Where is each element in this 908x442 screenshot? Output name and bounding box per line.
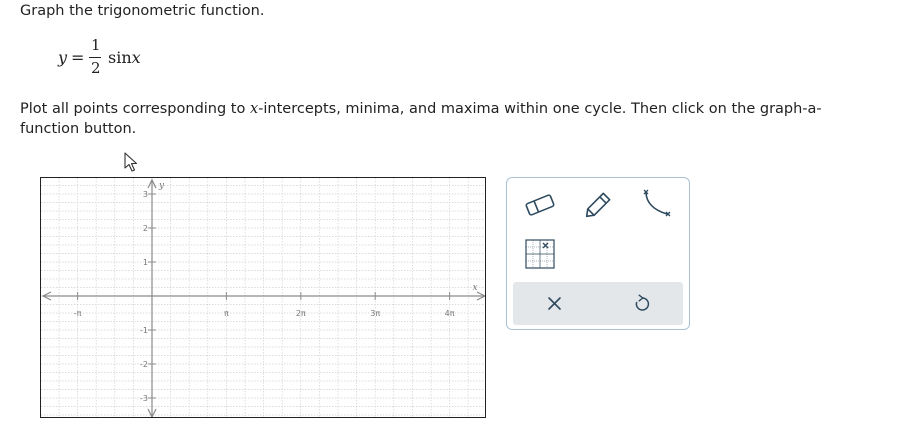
- close-icon: [548, 297, 561, 310]
- prompt-text: Graph the trigonometric function.: [20, 3, 265, 19]
- y-tick-label: 1: [143, 258, 148, 267]
- eraser-icon: [525, 194, 555, 216]
- pencil-tool-button[interactable]: [576, 185, 620, 225]
- x-tick-label: π: [224, 309, 229, 318]
- y-tick-label: 2: [143, 224, 148, 233]
- y-tick-label: -1: [140, 326, 148, 335]
- instructions-variable: x: [249, 101, 259, 117]
- equation-equals: =: [71, 48, 85, 67]
- fraction-bar: [89, 57, 101, 58]
- mouse-cursor-icon: [124, 152, 138, 172]
- instructions: Plot all points corresponding to x-inter…: [20, 99, 880, 139]
- fraction-denominator: 2: [91, 59, 101, 77]
- clear-button[interactable]: [525, 282, 585, 325]
- function-name: sin: [108, 48, 132, 67]
- undo-icon: [635, 294, 650, 311]
- action-bar: [513, 282, 683, 325]
- curve-icon: [643, 189, 671, 217]
- equation-function: sinx: [108, 48, 141, 67]
- pencil-icon: [585, 192, 611, 218]
- undo-button[interactable]: [611, 282, 671, 325]
- eraser-tool-button[interactable]: [518, 185, 562, 225]
- y-tick-label: -3: [140, 394, 148, 403]
- grid-point-icon: [525, 239, 555, 269]
- instructions-part1: Plot all points corresponding to: [20, 101, 250, 117]
- y-tick-label: -2: [140, 360, 148, 369]
- equation-lhs: y: [58, 48, 68, 67]
- point-grid-tool-button[interactable]: [518, 234, 562, 274]
- graph-a-function-button[interactable]: [635, 185, 679, 225]
- x-axis-label: x: [472, 283, 477, 293]
- function-variable: x: [131, 48, 141, 67]
- x-tick-label: 3π: [370, 309, 380, 318]
- graph-toolbox: [506, 177, 690, 330]
- y-axis-label: y: [158, 181, 165, 191]
- x-tick-label: 4π: [445, 309, 455, 318]
- x-tick-label: -π: [74, 309, 82, 318]
- x-tick-label: 2π: [296, 309, 306, 318]
- graph-area[interactable]: x y -π π 2π 3π 4π 3 2 1 -1 -2 -3: [40, 177, 486, 418]
- y-tick-label: 3: [143, 190, 148, 199]
- graph-canvas[interactable]: x y -π π 2π 3π 4π 3 2 1 -1 -2 -3: [41, 178, 486, 418]
- fraction-numerator: 1: [91, 36, 101, 54]
